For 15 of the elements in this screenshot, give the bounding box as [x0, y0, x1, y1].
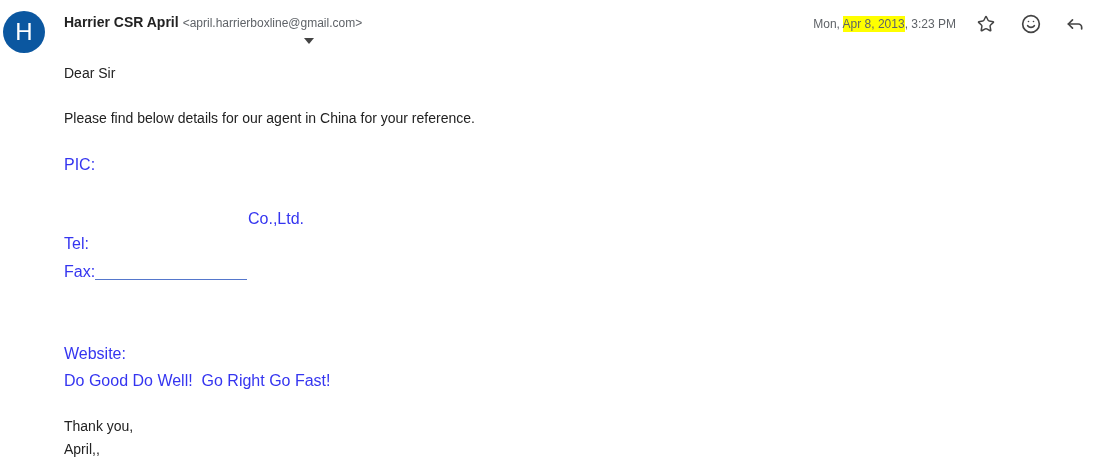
sender-name: Harrier CSR April [64, 13, 179, 32]
body-text: Co.,Ltd. [248, 210, 305, 227]
body-text: Fax: [64, 262, 96, 282]
caret-icon[interactable] [304, 38, 314, 44]
body-text: Do Good Do Well! Go Right Go Fast! [64, 372, 331, 389]
body-text: Tel: [64, 235, 89, 252]
body-text: April,, [64, 441, 100, 457]
body-text: Thank you, [64, 418, 134, 434]
body-text: Dear Sir [64, 65, 116, 81]
body-text: Website: [64, 345, 126, 362]
body-text: PIC: [64, 156, 96, 173]
sender-email: <april.harrierboxline@gmail.com> [182, 15, 363, 32]
avatar: H [3, 11, 45, 53]
body-text: Please find below details for our agent in China for your reference. [64, 110, 475, 126]
smiley-icon[interactable] [1019, 12, 1043, 36]
